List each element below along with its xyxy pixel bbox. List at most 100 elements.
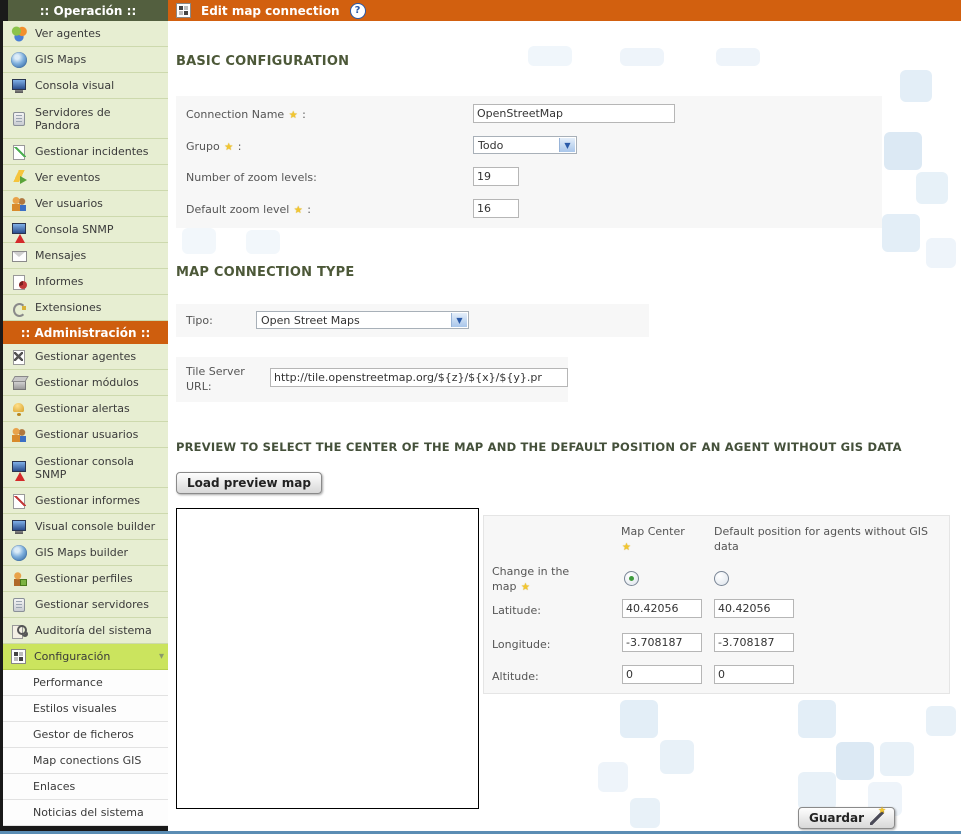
page-title: Edit map connection	[201, 4, 340, 18]
sidebar-item-gestionar-alertas[interactable]: Gestionar alertas	[3, 396, 168, 422]
sidebar-item-servidores-pandora[interactable]: Servidores de Pandora	[3, 99, 168, 139]
change-in-map-label: Change in the map	[492, 564, 592, 595]
map-connection-type-heading: MAP CONNECTION TYPE	[176, 265, 354, 280]
default-position-column-header: Default position for agents without GIS …	[714, 524, 946, 554]
help-icon[interactable]: ?	[350, 3, 366, 19]
monitor-icon	[11, 519, 27, 535]
sidebar-item-gestionar-consola-snmp[interactable]: Gestionar consola SNMP	[3, 448, 168, 488]
bell-icon	[11, 401, 27, 417]
wand-icon	[870, 811, 884, 825]
sidebar-item-performance[interactable]: Performance	[3, 670, 168, 696]
admin-section-header: :: Administración ::	[3, 321, 168, 344]
sidebar-item-gestionar-modulos[interactable]: Gestionar módulos	[3, 370, 168, 396]
latitude-label: Latitude:	[492, 603, 541, 618]
connection-name-label: Connection Name :	[186, 107, 306, 123]
wizard-star-icon	[621, 540, 632, 553]
sidebar-item-enlaces[interactable]: Enlaces	[3, 774, 168, 800]
tile-server-url-label: Tile Server URL:	[186, 364, 258, 394]
page-header-bar: Edit map connection ?	[168, 0, 961, 21]
sidebar-item-gestionar-incidentes[interactable]: Gestionar incidentes	[3, 139, 168, 165]
map-preview-area	[176, 508, 479, 809]
page-pencil-icon	[11, 144, 27, 160]
sidebar-item-map-conections-gis[interactable]: Map conections GIS	[3, 748, 168, 774]
main-content: Edit map connection ? BASIC CONFIGURATIO…	[168, 0, 961, 831]
sidebar-item-extensiones[interactable]: Extensiones	[3, 295, 168, 321]
wizard-star-icon	[520, 580, 531, 593]
report-icon	[11, 274, 27, 290]
wizard-star-icon	[223, 140, 234, 153]
longitude-default-input[interactable]	[714, 633, 794, 652]
tipo-label: Tipo:	[186, 313, 213, 328]
save-button[interactable]: Guardar	[798, 807, 895, 829]
connection-name-input[interactable]	[473, 104, 675, 123]
tile-server-url-input[interactable]	[270, 368, 568, 387]
operation-menu: Ver agentes GIS Maps Consola visual Serv…	[3, 21, 168, 321]
grupo-label: Grupo :	[186, 139, 241, 155]
altitude-default-input[interactable]	[714, 665, 794, 684]
chevron-down-icon: ▾	[159, 651, 164, 662]
sidebar-item-ver-usuarios[interactable]: Ver usuarios	[3, 191, 168, 217]
grupo-select[interactable]: Todo	[473, 136, 577, 154]
users-icon	[11, 196, 27, 212]
monitor-warning-icon	[11, 460, 27, 476]
map-connection-icon	[176, 3, 191, 18]
map-center-radio[interactable]	[624, 571, 639, 586]
altitude-center-input[interactable]	[622, 665, 702, 684]
globe-icon	[11, 545, 27, 561]
latitude-center-input[interactable]	[622, 599, 702, 618]
page-pencil-icon	[11, 493, 27, 509]
preview-heading: PREVIEW TO SELECT THE CENTER OF THE MAP …	[176, 440, 902, 454]
default-position-radio[interactable]	[714, 571, 729, 586]
sidebar-item-gis-maps[interactable]: GIS Maps	[3, 47, 168, 73]
sidebar-item-gestor-de-ficheros[interactable]: Gestor de ficheros	[3, 722, 168, 748]
sidebar-item-mensajes[interactable]: Mensajes	[3, 243, 168, 269]
sidebar-item-gestionar-perfiles[interactable]: Gestionar perfiles	[3, 566, 168, 592]
envelope-icon	[11, 248, 27, 264]
globe-icon	[11, 52, 27, 68]
tile-server-row: Tile Server URL:	[176, 357, 568, 402]
wizard-star-icon	[293, 203, 304, 216]
sidebar-item-ver-eventos[interactable]: Ver eventos	[3, 165, 168, 191]
select-arrow-icon	[559, 138, 575, 152]
plug-icon	[11, 300, 27, 316]
sidebar-item-consola-snmp[interactable]: Consola SNMP	[3, 217, 168, 243]
monitor-icon	[11, 78, 27, 94]
sidebar-item-noticias[interactable]: Noticias del sistema	[3, 800, 168, 826]
longitude-center-input[interactable]	[622, 633, 702, 652]
sidebar-item-configuracion[interactable]: Configuración▾	[3, 644, 168, 670]
sidebar-item-gestionar-agentes[interactable]: Gestionar agentes	[3, 344, 168, 370]
sidebar-item-gestionar-usuarios[interactable]: Gestionar usuarios	[3, 422, 168, 448]
pandora-console-page: :: Operación :: Ver agentes GIS Maps Con…	[0, 0, 961, 834]
sidebar-item-consola-visual[interactable]: Consola visual	[3, 73, 168, 99]
sidebar-item-informes[interactable]: Informes	[3, 269, 168, 295]
server-icon	[11, 597, 27, 613]
tipo-select[interactable]: Open Street Maps	[256, 311, 469, 329]
default-zoom-input[interactable]	[473, 199, 519, 218]
map-center-column-header: Map Center	[621, 524, 685, 555]
sidebar-item-visual-console-builder[interactable]: Visual console builder	[3, 514, 168, 540]
admin-header-label: :: Administración ::	[21, 326, 151, 340]
sidebar-item-auditoria[interactable]: Auditoría del sistema	[3, 618, 168, 644]
tipo-row: Tipo: Open Street Maps	[176, 304, 649, 337]
sidebar: :: Operación :: Ver agentes GIS Maps Con…	[0, 0, 168, 831]
latitude-default-input[interactable]	[714, 599, 794, 618]
sidebar-item-estilos-visuales[interactable]: Estilos visuales	[3, 696, 168, 722]
basic-configuration-heading: BASIC CONFIGURATION	[176, 54, 349, 69]
operation-section-header: :: Operación ::	[8, 0, 168, 21]
zoom-levels-input[interactable]	[473, 167, 519, 186]
longitude-label: Longitude:	[492, 637, 550, 652]
monitor-warning-icon	[11, 222, 27, 238]
sidebar-item-ver-agentes[interactable]: Ver agentes	[3, 21, 168, 47]
events-icon	[11, 170, 27, 186]
sidebar-item-gestionar-informes[interactable]: Gestionar informes	[3, 488, 168, 514]
admin-menu: Gestionar agentes Gestionar módulos Gest…	[3, 344, 168, 826]
wizard-star-icon	[288, 108, 299, 121]
sidebar-item-gestionar-servidores[interactable]: Gestionar servidores	[3, 592, 168, 618]
sidebar-item-gis-maps-builder[interactable]: GIS Maps builder	[3, 540, 168, 566]
load-preview-map-button[interactable]: Load preview map	[176, 472, 322, 494]
users-icon	[11, 427, 27, 443]
server-icon	[11, 111, 27, 127]
zoom-levels-label: Number of zoom levels:	[186, 170, 317, 185]
grid-icon	[11, 649, 26, 664]
position-table: Map Center Default position for agents w…	[483, 515, 950, 694]
